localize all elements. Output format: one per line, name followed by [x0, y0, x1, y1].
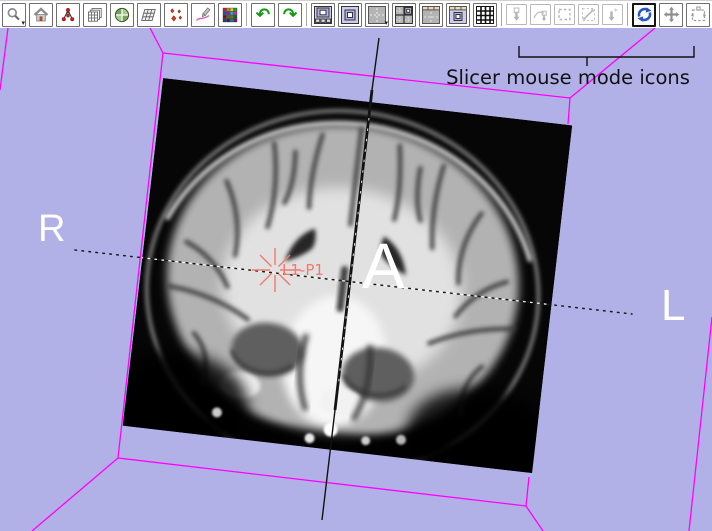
- toolbar-separator: [306, 3, 307, 26]
- orientation-label-left: L: [661, 281, 685, 330]
- undo-button[interactable]: ↶: [251, 3, 275, 27]
- undo-icon: ↶: [256, 6, 270, 23]
- place-point-button[interactable]: [506, 4, 527, 25]
- annotations-module-icon: [195, 7, 211, 23]
- callout-text: Slicer mouse mode icons: [446, 66, 690, 89]
- annotations-module-button[interactable]: [191, 3, 215, 27]
- toolbar-separator: [246, 3, 247, 26]
- toolbar-separator: [501, 3, 502, 26]
- four-up-layout-icon: [395, 6, 413, 24]
- place-roi-icon: [557, 7, 572, 22]
- place-line-icon: [581, 7, 596, 22]
- place-roi-button[interactable]: [554, 4, 575, 25]
- 3d-view-canvas[interactable]: L1-P1 R A L Slicer mouse mode icons: [0, 28, 712, 531]
- place-fiducial-icon: [605, 7, 620, 22]
- redo-button[interactable]: ↷: [278, 3, 302, 27]
- home-icon: [33, 7, 49, 23]
- table-layout-icon: [476, 6, 494, 24]
- data-module-icon: [60, 7, 76, 23]
- tabbed-slice-layout-button[interactable]: [419, 3, 443, 27]
- module-search-button[interactable]: ▾: [2, 3, 26, 27]
- place-point-icon: [509, 7, 524, 22]
- tabbed-3d-layout-button[interactable]: [446, 3, 470, 27]
- place-curve-button[interactable]: [530, 4, 551, 25]
- table-layout-button[interactable]: [473, 3, 497, 27]
- four-up-layout-button[interactable]: [392, 3, 416, 27]
- rotate-mode-icon: [636, 6, 653, 23]
- main-toolbar: ▾: [0, 0, 712, 28]
- volumes-module-icon: [87, 7, 103, 23]
- slice-only-layout-icon: [368, 6, 386, 24]
- data-module-button[interactable]: [56, 3, 80, 27]
- dropdown-arrow-icon: ▾: [384, 20, 388, 27]
- fiducial-label: L1-P1: [282, 261, 324, 279]
- redo-icon: ↷: [283, 6, 297, 23]
- pan-mode-icon: [663, 6, 680, 23]
- tabbed-3d-layout-icon: [449, 6, 467, 24]
- markups-module-icon: [168, 7, 184, 23]
- zoom-mode-icon: [690, 6, 707, 23]
- place-fiducial-button[interactable]: [602, 4, 623, 25]
- rotate-mode-button[interactable]: [632, 3, 656, 27]
- 3d-only-layout-icon: [341, 6, 359, 24]
- tabbed-slice-layout-icon: [422, 6, 440, 24]
- search-icon: [6, 7, 22, 23]
- colors-module-icon: [222, 7, 238, 23]
- slicer-window: ▾: [0, 0, 712, 531]
- pan-mode-button[interactable]: [659, 3, 683, 27]
- place-line-button[interactable]: [578, 4, 599, 25]
- slice-only-layout-button[interactable]: ▾: [365, 3, 389, 27]
- place-curve-icon: [533, 7, 548, 22]
- transforms-module-icon: [141, 7, 157, 23]
- models-module-icon: [114, 7, 130, 23]
- orientation-label-right: R: [38, 208, 65, 250]
- dropdown-arrow-icon: ▾: [21, 20, 25, 27]
- conventional-layout-icon: [314, 6, 332, 24]
- orientation-label-anterior: A: [362, 230, 405, 302]
- 3d-view[interactable]: L1-P1 R A L Slicer mouse mode icons: [0, 28, 712, 531]
- volumes-module-button[interactable]: [83, 3, 107, 27]
- models-module-button[interactable]: [110, 3, 134, 27]
- transforms-module-button[interactable]: [137, 3, 161, 27]
- home-button[interactable]: [29, 3, 53, 27]
- colors-module-button[interactable]: [218, 3, 242, 27]
- conventional-layout-button[interactable]: [311, 3, 335, 27]
- zoom-mode-button[interactable]: [686, 3, 710, 27]
- toolbar-separator: [627, 3, 628, 26]
- 3d-only-layout-button[interactable]: [338, 3, 362, 27]
- markups-module-button[interactable]: [164, 3, 188, 27]
